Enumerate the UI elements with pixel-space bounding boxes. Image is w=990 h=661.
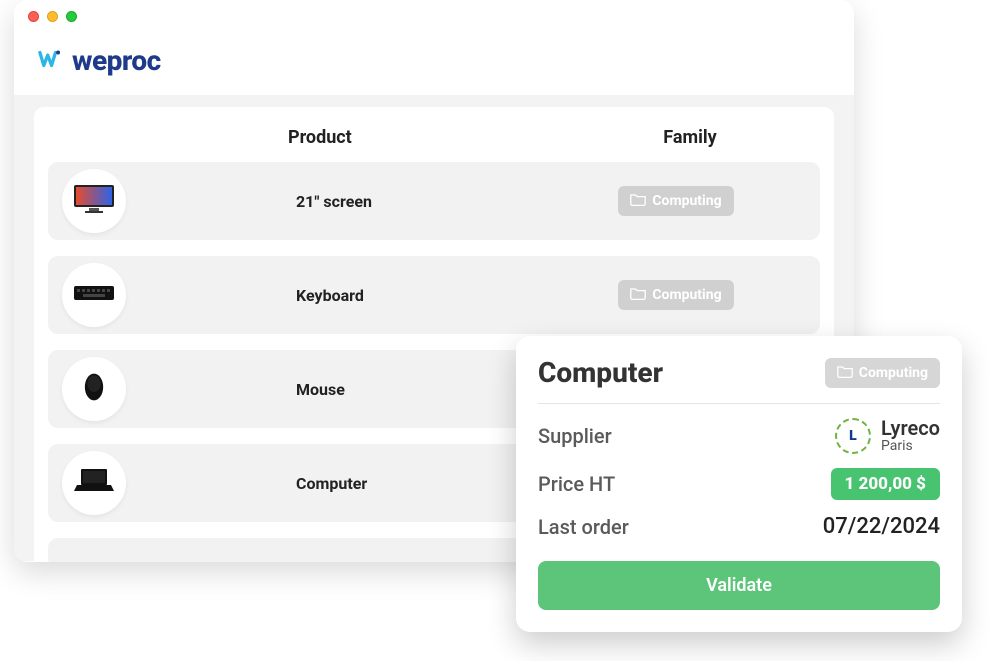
product-thumb (62, 169, 126, 233)
product-name: Keyboard (126, 286, 546, 305)
folder-icon (630, 192, 646, 210)
keyboard-icon (73, 278, 115, 312)
supplier-logo-icon: L (835, 418, 871, 454)
last-order-value: 07/22/2024 (823, 514, 940, 539)
family-label: Computing (652, 287, 721, 303)
window-traffic-lights (14, 0, 854, 32)
mouse-icon (73, 372, 115, 406)
detail-title: Computer (538, 356, 663, 389)
detail-header: Computer Computing (538, 356, 940, 404)
detail-family-chip[interactable]: Computing (825, 358, 940, 388)
supplier-block[interactable]: L Lyreco Paris (835, 418, 940, 454)
close-window-button[interactable] (28, 11, 39, 22)
label-supplier: Supplier (538, 424, 612, 448)
supplier-city: Paris (881, 438, 940, 454)
detail-row-last-order: Last order 07/22/2024 (538, 514, 940, 539)
product-thumb (62, 357, 126, 421)
label-price: Price HT (538, 472, 615, 496)
detail-row-price: Price HT 1 200,00 $ (538, 468, 940, 500)
maximize-window-button[interactable] (66, 11, 77, 22)
family-chip[interactable]: Computing (618, 280, 733, 310)
price-value: 1 200,00 $ (831, 468, 940, 500)
validate-button[interactable]: Validate (538, 561, 940, 610)
monitor-icon (73, 184, 115, 218)
label-last-order: Last order (538, 515, 629, 539)
laptop-icon (73, 466, 115, 500)
header-family: Family (560, 127, 820, 148)
detail-family-label: Computing (859, 365, 928, 381)
folder-icon (837, 364, 853, 382)
family-label: Computing (652, 193, 721, 209)
table-header: Product Family (48, 117, 820, 162)
brand-logo-icon (36, 46, 62, 76)
header-product: Product (148, 127, 560, 148)
product-name: 21" screen (126, 192, 546, 211)
table-row[interactable]: 21" screen Computing (48, 162, 820, 240)
product-name: Mouse (126, 380, 546, 399)
product-thumb (62, 451, 126, 515)
product-thumb (62, 263, 126, 327)
supplier-name: Lyreco (881, 418, 940, 438)
family-chip[interactable]: Computing (618, 186, 733, 216)
product-name: Computer (126, 474, 546, 493)
app-brand: weproc (14, 32, 854, 95)
detail-row-supplier: Supplier L Lyreco Paris (538, 418, 940, 454)
minimize-window-button[interactable] (47, 11, 58, 22)
table-row[interactable]: Keyboard Computing (48, 256, 820, 334)
product-detail-card: Computer Computing Supplier L Lyreco Par… (516, 336, 962, 632)
folder-icon (630, 286, 646, 304)
brand-name: weproc (72, 44, 161, 77)
